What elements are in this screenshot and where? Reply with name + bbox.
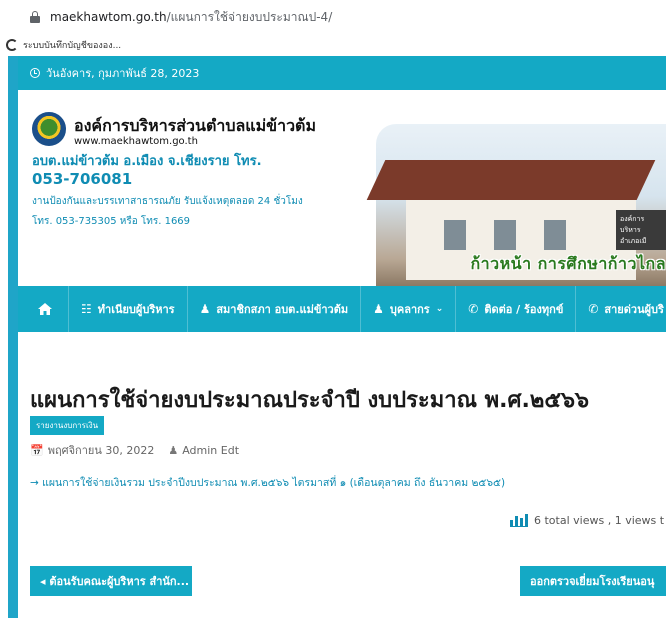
- bookmarks-bar: ระบบบันทึกบัญชีขององ...: [0, 34, 666, 56]
- user-icon: ♟: [168, 443, 179, 457]
- nav-personnel[interactable]: ♟ บุคลากร ⌄: [361, 286, 457, 332]
- nav-council-members[interactable]: ♟ สมาชิกสภา อบต.แม่ข้าวต้ม: [188, 286, 362, 332]
- header-photo-window: [494, 220, 516, 250]
- nav-label: บุคลากร: [389, 303, 430, 316]
- emergency-note: งานป้องกันและบรรเทาสาธารณภัย รับแจ้งเหตุ…: [32, 196, 303, 207]
- org-logo: [32, 112, 66, 146]
- post-author-wrap[interactable]: ♟ Admin Edt: [168, 444, 239, 457]
- building-sign: องค์การบริหาร อำเภอเมื: [616, 210, 666, 250]
- bar-chart-icon: [510, 513, 528, 527]
- org-phone: 053-706081: [32, 170, 133, 188]
- header-slogan: ก้าวหน้า การศึกษาก้าวไกล: [470, 254, 666, 273]
- category-badge[interactable]: รายงานงบการเงิน: [30, 416, 105, 435]
- org-url: www.maekhawtom.go.th: [74, 136, 198, 147]
- header-photo-window: [544, 220, 566, 250]
- phone-icon: ✆: [588, 302, 599, 316]
- view-counter: 6 total views , 1 views t: [510, 513, 664, 527]
- main-nav: ☷ ทำเนียบผู้บริหาร ♟ สมาชิกสภา อบต.แม่ข้…: [18, 286, 666, 332]
- post-meta: 📅 พฤศจิกายน 30, 2022 ♟ Admin Edt: [30, 441, 239, 459]
- page-title: แผนการใช้จ่ายงบประมาณประจำปี งบประมาณ พ.…: [30, 388, 589, 413]
- nav-contact[interactable]: ✆ ติดต่อ / ร้องทุกข์: [456, 286, 577, 332]
- emergency-phone: โทร. 053-735305 หรือ โทร. 1669: [32, 216, 191, 227]
- next-post-button[interactable]: ออกตรวจเยี่ยมโรงเรียนอนุ: [520, 566, 666, 596]
- home-icon: [38, 303, 52, 315]
- url-path: /แผนการใช้จ่ายงบประมาณป-4/: [166, 9, 333, 24]
- nav-hotline[interactable]: ✆ สายด่วนผู้บริ: [576, 286, 666, 332]
- nav-label: ติดต่อ / ร้องทุกข์: [484, 303, 564, 316]
- bookmark-icon: [6, 39, 18, 51]
- phone-icon: ✆: [468, 302, 479, 316]
- calendar-icon: 📅: [30, 444, 44, 457]
- bookmark-item[interactable]: ระบบบันทึกบัญชีขององ...: [23, 38, 121, 52]
- url-host: maekhawtom.go.th: [50, 10, 167, 24]
- current-date: วันอังคาร, กุมภาพันธ์ 28, 2023: [46, 67, 200, 80]
- previous-post-button[interactable]: ◂ ต้อนรับคณะผู้บริหาร สำนัก...: [30, 566, 192, 596]
- date-bar: วันอังคาร, กุมภาพันธ์ 28, 2023: [18, 56, 666, 90]
- clock-icon: [30, 68, 40, 78]
- post-date-wrap: 📅 พฤศจิกายน 30, 2022: [30, 441, 154, 459]
- user-icon: ♟: [199, 302, 211, 316]
- document-link[interactable]: → แผนการใช้จ่ายเงินรวม ประจำปีงบประมาณ พ…: [30, 474, 505, 491]
- view-count-text: 6 total views , 1 views t: [534, 513, 665, 527]
- user-icon: ♟: [373, 302, 384, 316]
- site-header: องค์การบริหาร อำเภอเมื ก้าวหน้า การศึกษา…: [18, 90, 666, 286]
- header-photo-window: [444, 220, 466, 250]
- chevron-down-icon: ⌄: [435, 304, 444, 314]
- header-photo-roof: [366, 160, 656, 200]
- nav-label: สายด่วนผู้บริ: [604, 303, 664, 316]
- address-bar[interactable]: maekhawtom.go.th/แผนการใช้จ่ายงบประมาณป-…: [0, 0, 666, 34]
- web-page: วันอังคาร, กุมภาพันธ์ 28, 2023 องค์การบร…: [0, 56, 666, 618]
- nav-label: สมาชิกสภา อบต.แม่ข้าวต้ม: [216, 303, 349, 316]
- sitemap-icon: ☷: [81, 302, 92, 316]
- nav-executives[interactable]: ☷ ทำเนียบผู้บริหาร: [69, 286, 188, 332]
- post-author: Admin Edt: [182, 443, 240, 457]
- org-subtitle: อบต.แม่ข้าวต้ม อ.เมือง จ.เชียงราย โทร.: [32, 154, 262, 169]
- nav-label: ทำเนียบผู้บริหาร: [97, 303, 175, 316]
- lock-icon: [30, 11, 40, 23]
- left-accent-stripe: [8, 56, 18, 618]
- nav-home[interactable]: [18, 286, 69, 332]
- page-content: วันอังคาร, กุมภาพันธ์ 28, 2023 องค์การบร…: [18, 56, 666, 618]
- post-date: พฤศจิกายน 30, 2022: [47, 444, 155, 457]
